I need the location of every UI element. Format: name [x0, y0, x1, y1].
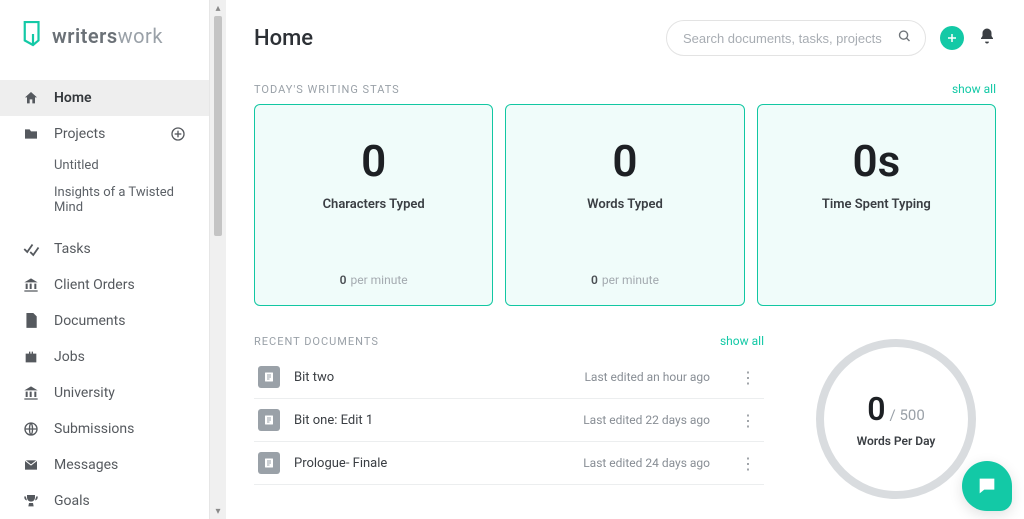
- scroll-up-icon[interactable]: ▴: [212, 0, 224, 16]
- main-content: Home TODAY'S WRITING STATS show all 0 Cha…: [226, 0, 1024, 519]
- search-icon[interactable]: [897, 29, 912, 48]
- recent-doc-row[interactable]: Prologue- Finale Last edited 24 days ago ⋮: [254, 442, 764, 485]
- recent-doc-time: Last edited 22 days ago: [583, 413, 710, 427]
- primary-nav: Home Projects UntitledInsights of a Twiste…: [0, 80, 209, 519]
- kebab-menu-icon[interactable]: ⋮: [736, 411, 760, 430]
- search-wrap: [666, 20, 926, 56]
- recent-documents-col: RECENT DOCUMENTS show all Bit two Last ed…: [254, 334, 764, 504]
- recent-heading: RECENT DOCUMENTS: [254, 335, 379, 348]
- stats-heading: TODAY'S WRITING STATS: [254, 83, 400, 96]
- mail-icon: [22, 456, 40, 474]
- document-icon: [258, 366, 280, 388]
- stat-label: Characters Typed: [323, 197, 425, 212]
- stat-label: Words Typed: [587, 197, 663, 212]
- stat-card: 0 Characters Typed 0per minute: [254, 104, 493, 306]
- sidebar-item-label: Client Orders: [54, 277, 135, 293]
- sidebar-item-projects[interactable]: Projects: [0, 116, 209, 152]
- doc-icon: [22, 312, 40, 330]
- sidebar: writerswork Home Projects UntitledInsights…: [0, 0, 210, 519]
- sidebar-item-submissions[interactable]: Submissions: [0, 411, 209, 447]
- stat-foot: 0per minute: [340, 273, 408, 287]
- globe-icon: [22, 420, 40, 438]
- sidebar-item-label: Documents: [54, 313, 125, 329]
- document-icon: [258, 452, 280, 474]
- stat-value: 0s: [852, 139, 900, 183]
- scrollbar[interactable]: ▴ ▾: [210, 0, 226, 519]
- scroll-thumb[interactable]: [214, 16, 222, 236]
- sidebar-item-label: Projects: [54, 126, 105, 142]
- recent-doc-row[interactable]: Bit one: Edit 1 Last edited 22 days ago ⋮: [254, 399, 764, 442]
- bank-icon: [22, 384, 40, 402]
- check-icon: [22, 240, 40, 258]
- sidebar-item-label: Home: [54, 90, 92, 106]
- page-title: Home: [254, 26, 313, 51]
- stat-value: 0: [612, 139, 637, 183]
- sidebar-item-home[interactable]: Home: [0, 80, 209, 116]
- stat-card: 0 Words Typed 0per minute: [505, 104, 744, 306]
- sidebar-item-label: Tasks: [54, 241, 91, 257]
- stat-label: Time Spent Typing: [822, 197, 931, 212]
- stat-value: 0: [361, 139, 386, 183]
- goal-ring-values: 0/ 500: [867, 390, 925, 428]
- home-icon: [22, 89, 40, 107]
- stats-row: 0 Characters Typed 0per minute 0 Words Typed…: [254, 104, 996, 306]
- topbar: Home: [254, 20, 996, 56]
- recent-doc-row[interactable]: Bit two Last edited an hour ago ⋮: [254, 356, 764, 399]
- sidebar-item-documents[interactable]: Documents: [0, 303, 209, 339]
- document-icon: [258, 409, 280, 431]
- kebab-menu-icon[interactable]: ⋮: [736, 454, 760, 473]
- search-input[interactable]: [666, 20, 926, 56]
- stats-head: TODAY'S WRITING STATS show all: [254, 82, 996, 96]
- sidebar-item-messages[interactable]: Messages: [0, 447, 209, 483]
- sidebar-item-label: Submissions: [54, 421, 134, 437]
- folder-icon: [22, 125, 40, 143]
- recent-doc-title: Bit one: Edit 1: [294, 413, 373, 428]
- recent-doc-title: Bit two: [294, 370, 334, 385]
- scroll-down-icon[interactable]: ▾: [212, 503, 224, 519]
- recent-doc-time: Last edited 24 days ago: [583, 456, 710, 470]
- recent-documents-list: Bit twoLast edited an hour ago⋮Bit one: …: [254, 356, 764, 485]
- goal-ring-label: Words Per Day: [857, 434, 936, 448]
- briefcase-icon: [22, 348, 40, 366]
- stats-show-all-link[interactable]: show all: [952, 82, 996, 96]
- sidebar-item-label: Goals: [54, 493, 90, 509]
- plus-circle-icon[interactable]: [169, 125, 187, 143]
- sidebar-subitem-insights[interactable]: Insights of a Twisted Mind: [0, 179, 209, 221]
- recent-show-all-link[interactable]: show all: [720, 334, 764, 348]
- sidebar-subitem-untitled[interactable]: Untitled: [0, 152, 209, 179]
- trophy-icon: [22, 492, 40, 510]
- logo-text: writerswork: [52, 24, 163, 48]
- recent-doc-title: Prologue- Finale: [294, 456, 387, 471]
- kebab-menu-icon[interactable]: ⋮: [736, 368, 760, 387]
- sidebar-item-label: Messages: [54, 457, 118, 473]
- sidebar-item-label: Jobs: [54, 349, 85, 365]
- sidebar-item-label: University: [54, 385, 115, 401]
- recent-doc-time: Last edited an hour ago: [584, 370, 710, 384]
- sidebar-item-jobs[interactable]: Jobs: [0, 339, 209, 375]
- bell-icon[interactable]: [978, 27, 996, 49]
- logo[interactable]: writerswork: [0, 0, 209, 80]
- stat-foot: 0per minute: [591, 273, 659, 287]
- logo-mark-icon: [22, 20, 44, 52]
- chat-fab[interactable]: [962, 461, 1012, 511]
- sidebar-item-client-orders[interactable]: Client Orders: [0, 267, 209, 303]
- stat-card: 0s Time Spent Typing: [757, 104, 996, 306]
- goal-ring: 0/ 500 Words Per Day: [811, 334, 981, 504]
- sidebar-item-goals[interactable]: Goals: [0, 483, 209, 519]
- sidebar-item-tasks[interactable]: Tasks: [0, 231, 209, 267]
- add-button[interactable]: [940, 26, 964, 50]
- bank-icon: [22, 276, 40, 294]
- sidebar-item-university[interactable]: University: [0, 375, 209, 411]
